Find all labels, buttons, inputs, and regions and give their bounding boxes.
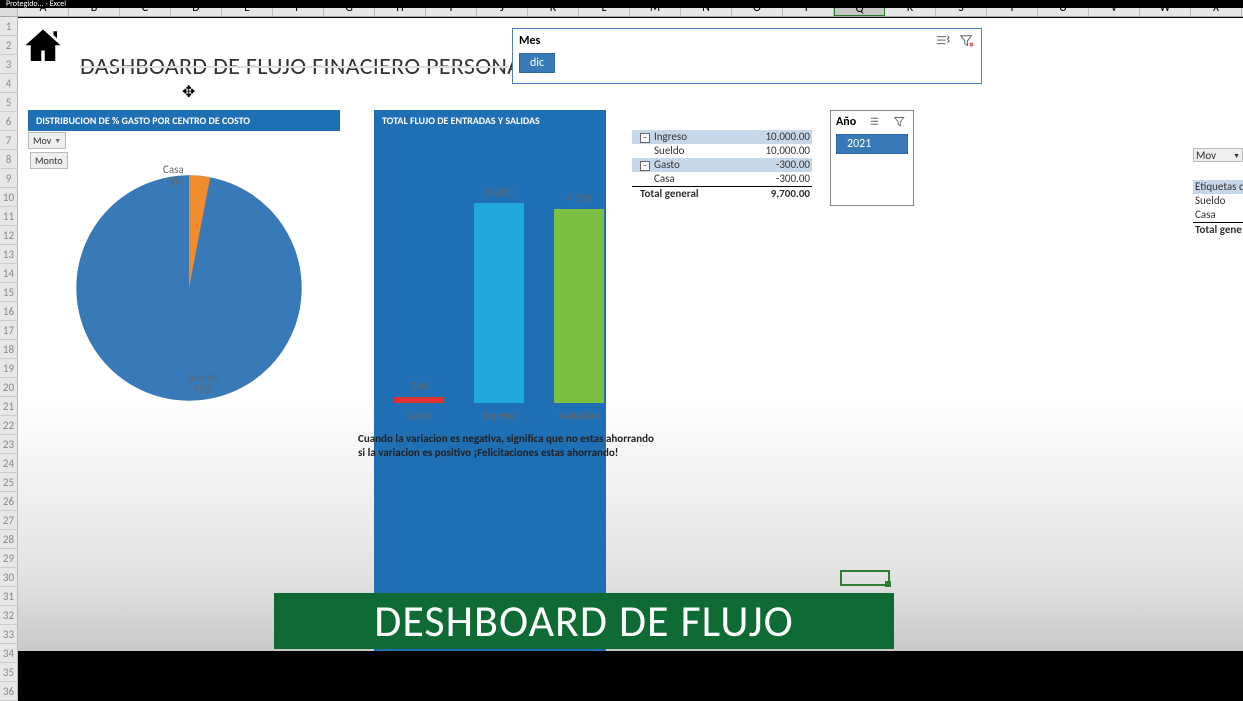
- row-header-21[interactable]: 21: [0, 397, 18, 416]
- row-headers[interactable]: 1234567891011121314151617181920212223242…: [0, 17, 18, 701]
- pie-label-casa: Casa-3%: [163, 164, 184, 188]
- slicer-mes-label: Mes: [519, 34, 540, 48]
- slicer-mes-item-dic[interactable]: dic: [519, 53, 555, 73]
- bar-label-ingreso: Ingreso: [469, 409, 529, 422]
- row-header-1[interactable]: 1: [0, 17, 18, 36]
- row-header-34[interactable]: 34: [0, 644, 18, 663]
- clear-filter-icon[interactable]: [892, 114, 908, 130]
- row-header-13[interactable]: 13: [0, 245, 18, 264]
- bar-variacion: [554, 209, 604, 403]
- bar-label-variacion: Variacion: [549, 409, 609, 422]
- row-header-24[interactable]: 24: [0, 454, 18, 473]
- slicer-mes[interactable]: Mes dic: [512, 28, 982, 84]
- bar-gasto: [394, 397, 444, 403]
- pivot-table-summary[interactable]: –Ingreso10,000.00Sueldo10,000.00–Gasto-3…: [632, 130, 812, 200]
- title-underline: [80, 66, 510, 68]
- pie-chart[interactable]: [74, 173, 304, 403]
- pivot-row[interactable]: –Gasto-300.00: [632, 158, 812, 172]
- pivot-row[interactable]: Sueldo10,000.00: [632, 144, 812, 158]
- bar-chart-note: Cuando la variacion es negativa, signifi…: [358, 432, 668, 461]
- bar-label-gasto: Gasto: [389, 409, 449, 422]
- chevron-down-icon: ▼: [54, 136, 61, 145]
- row-header-25[interactable]: 25: [0, 473, 18, 492]
- pivot-row[interactable]: –Ingreso10,000.00: [632, 130, 812, 144]
- bar-value-gasto: 300: [389, 380, 449, 393]
- row-header-5[interactable]: 5: [0, 93, 18, 112]
- row-header-27[interactable]: 27: [0, 511, 18, 530]
- footer-banner: DESHBOARD DE FLUJO: [274, 593, 894, 649]
- pivot-field-mov[interactable]: Mov▼: [28, 132, 66, 149]
- cursor-crosshair-icon: ✥: [182, 82, 195, 102]
- row-header-23[interactable]: 23: [0, 435, 18, 454]
- row-header-35[interactable]: 35: [0, 663, 18, 682]
- row-header-32[interactable]: 32: [0, 606, 18, 625]
- row-header-2[interactable]: 2: [0, 36, 18, 55]
- row-header-4[interactable]: 4: [0, 74, 18, 93]
- row-header-36[interactable]: 36: [0, 682, 18, 701]
- pivot-right-dd[interactable]: Mov▼: [1193, 148, 1243, 162]
- worksheet[interactable]: DASHBOARD DE FLUJO FINACIERO PERSONAL ✥ …: [18, 18, 1243, 651]
- collapse-icon[interactable]: –: [640, 133, 650, 143]
- slicer-ano-label: Año: [836, 115, 856, 129]
- row-header-29[interactable]: 29: [0, 549, 18, 568]
- pivot-field-mov-label: Mov: [33, 134, 51, 147]
- pivot-row[interactable]: Casa-300.00: [632, 172, 812, 186]
- row-header-9[interactable]: 9: [0, 169, 18, 188]
- row-header-3[interactable]: 3: [0, 55, 18, 74]
- row-header-33[interactable]: 33: [0, 625, 18, 644]
- collapse-icon[interactable]: –: [640, 161, 650, 171]
- multiselect-icon[interactable]: [935, 33, 951, 49]
- row-header-12[interactable]: 12: [0, 226, 18, 245]
- home-icon[interactable]: [22, 26, 64, 72]
- window-title-bar: Protegido... - Excel: [0, 0, 1243, 8]
- bar-value-variacion: 9,700: [549, 192, 609, 205]
- pivot-field-monto[interactable]: Monto: [30, 152, 68, 169]
- row-header-26[interactable]: 26: [0, 492, 18, 511]
- row-header-20[interactable]: 20: [0, 378, 18, 397]
- slicer-ano[interactable]: Año 2021: [830, 110, 914, 206]
- pie-chart-header: DISTRIBUCION DE % GASTO POR CENTRO DE CO…: [28, 110, 340, 131]
- pivot-right-casa: Casa: [1193, 208, 1243, 222]
- pivot-right-etiquetas: Etiquetas d: [1193, 180, 1243, 194]
- pivot-right-sueldo: Sueldo: [1193, 194, 1243, 208]
- row-header-28[interactable]: 28: [0, 530, 18, 549]
- bar-ingreso: [474, 203, 524, 403]
- window-title-text: Protegido... - Excel: [6, 0, 66, 9]
- row-header-7[interactable]: 7: [0, 131, 18, 150]
- row-header-11[interactable]: 11: [0, 207, 18, 226]
- row-header-19[interactable]: 19: [0, 359, 18, 378]
- row-header-10[interactable]: 10: [0, 188, 18, 207]
- row-header-6[interactable]: 6: [0, 112, 18, 131]
- pie-label-sueldo: Sueldo97%: [188, 372, 218, 396]
- chevron-down-icon: ▼: [1233, 149, 1240, 161]
- row-header-22[interactable]: 22: [0, 416, 18, 435]
- row-header-14[interactable]: 14: [0, 264, 18, 283]
- bar-value-ingreso: 10,000: [469, 186, 529, 199]
- row-header-15[interactable]: 15: [0, 283, 18, 302]
- row-header-18[interactable]: 18: [0, 340, 18, 359]
- row-header-17[interactable]: 17: [0, 321, 18, 340]
- row-header-8[interactable]: 8: [0, 150, 18, 169]
- pivot-right-total: Total gene: [1193, 222, 1243, 236]
- bar-chart[interactable]: 300 10,000 9,700 Gasto Ingreso Variacion: [374, 173, 624, 453]
- multiselect-icon[interactable]: [868, 114, 884, 130]
- slicer-ano-item-2021[interactable]: 2021: [836, 134, 908, 154]
- row-header-30[interactable]: 30: [0, 568, 18, 587]
- row-header-16[interactable]: 16: [0, 302, 18, 321]
- row-header-31[interactable]: 31: [0, 587, 18, 606]
- pivot-field-monto-label: Monto: [35, 154, 63, 167]
- pivot-table-right[interactable]: Mov▼ Etiquetas d Sueldo Casa Total gene: [1193, 148, 1243, 236]
- active-cell: [840, 570, 890, 586]
- pivot-row[interactable]: Total general9,700.00: [632, 186, 812, 200]
- clear-filter-icon[interactable]: [959, 33, 975, 49]
